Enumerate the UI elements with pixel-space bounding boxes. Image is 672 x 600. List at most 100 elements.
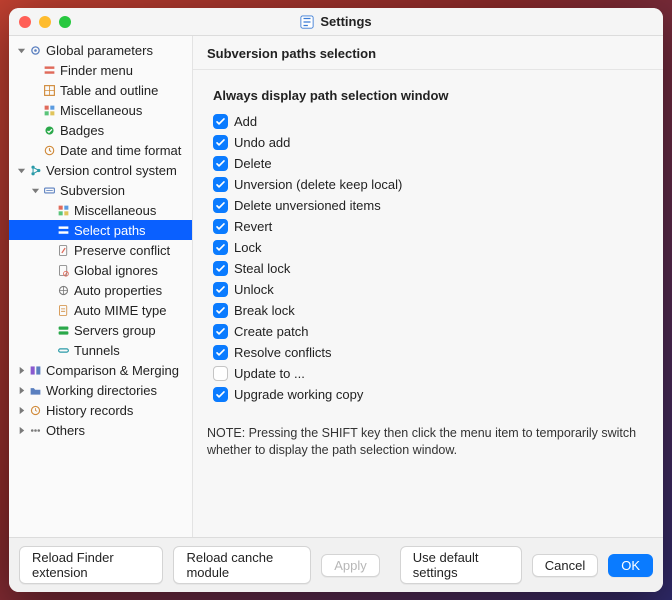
sidebar-item-subversion[interactable]: Subversion <box>9 180 192 200</box>
window-body: Global parametersFinder menuTable and ou… <box>9 36 663 537</box>
zoom-window-button[interactable] <box>59 16 71 28</box>
servers-icon <box>56 323 70 337</box>
checkbox-label: Unlock <box>234 282 274 297</box>
sidebar-item-select-paths[interactable]: Select paths <box>9 220 192 240</box>
sidebar-item-global-parameters[interactable]: Global parameters <box>9 40 192 60</box>
disclosure-triangle-icon[interactable] <box>29 184 41 196</box>
reload-cache-button[interactable]: Reload canche module <box>173 546 311 584</box>
checkbox-label: Update to ... <box>234 366 305 381</box>
sidebar-item-label: Auto MIME type <box>74 303 166 318</box>
checkbox[interactable] <box>213 324 228 339</box>
disclosure-triangle-icon[interactable] <box>15 424 27 436</box>
reload-finder-button[interactable]: Reload Finder extension <box>19 546 163 584</box>
sidebar-item-label: Servers group <box>74 323 156 338</box>
disclosure-triangle-icon[interactable] <box>15 384 27 396</box>
gear-icon <box>28 43 42 57</box>
sidebar-item-miscellaneous[interactable]: Miscellaneous <box>9 200 192 220</box>
checkbox-label: Resolve conflicts <box>234 345 332 360</box>
window-title-text: Settings <box>320 14 371 29</box>
sidebar-item-comparison-merging[interactable]: Comparison & Merging <box>9 360 192 380</box>
clock-icon <box>42 143 56 157</box>
checkbox[interactable] <box>213 114 228 129</box>
sidebar-item-label: Miscellaneous <box>60 103 142 118</box>
sidebar-item-miscellaneous[interactable]: Miscellaneous <box>9 100 192 120</box>
window-title: Settings <box>300 14 371 29</box>
badge-icon <box>42 123 56 137</box>
checkbox-row-revert: Revert <box>211 216 645 237</box>
checkbox[interactable] <box>213 198 228 213</box>
checkbox-label: Upgrade working copy <box>234 387 363 402</box>
close-window-button[interactable] <box>19 16 31 28</box>
checkbox[interactable] <box>213 387 228 402</box>
window-controls <box>19 16 71 28</box>
checkbox-label: Create patch <box>234 324 308 339</box>
checkbox[interactable] <box>213 366 228 381</box>
table-icon <box>42 83 56 97</box>
checkbox[interactable] <box>213 177 228 192</box>
sidebar-item-label: Version control system <box>46 163 177 178</box>
disclosure-spacer <box>43 324 55 336</box>
disclosure-spacer <box>43 224 55 236</box>
disclosure-triangle-icon[interactable] <box>15 364 27 376</box>
apply-button[interactable]: Apply <box>321 554 380 577</box>
disclosure-spacer <box>43 204 55 216</box>
sidebar-item-others[interactable]: Others <box>9 420 192 440</box>
sidebar-item-working-directories[interactable]: Working directories <box>9 380 192 400</box>
sidebar-item-badges[interactable]: Badges <box>9 120 192 140</box>
checkbox-label: Break lock <box>234 303 295 318</box>
disclosure-triangle-icon[interactable] <box>15 164 27 176</box>
checkbox-label: Delete unversioned items <box>234 198 381 213</box>
paths-icon <box>56 223 70 237</box>
checkbox-label: Unversion (delete keep local) <box>234 177 402 192</box>
sidebar-item-servers-group[interactable]: Servers group <box>9 320 192 340</box>
checkbox-row-break-lock: Break lock <box>211 300 645 321</box>
checkbox[interactable] <box>213 303 228 318</box>
sidebar-item-date-and-time-format[interactable]: Date and time format <box>9 140 192 160</box>
checkbox-row-delete: Delete <box>211 153 645 174</box>
sidebar-item-label: History records <box>46 403 133 418</box>
group-title: Always display path selection window <box>211 88 645 103</box>
note-text: NOTE: Pressing the SHIFT key then click … <box>193 421 663 463</box>
use-default-settings-button[interactable]: Use default settings <box>400 546 522 584</box>
checkbox[interactable] <box>213 282 228 297</box>
disclosure-spacer <box>43 264 55 276</box>
others-icon <box>28 423 42 437</box>
disclosure-spacer <box>29 124 41 136</box>
checkbox[interactable] <box>213 135 228 150</box>
checkbox-row-unlock: Unlock <box>211 279 645 300</box>
sidebar-item-global-ignores[interactable]: Global ignores <box>9 260 192 280</box>
sidebar-item-history-records[interactable]: History records <box>9 400 192 420</box>
ok-button[interactable]: OK <box>608 554 653 577</box>
sidebar-item-preserve-conflict[interactable]: Preserve conflict <box>9 240 192 260</box>
checkbox-row-undo-add: Undo add <box>211 132 645 153</box>
sidebar-item-auto-mime-type[interactable]: Auto MIME type <box>9 300 192 320</box>
checkbox-label: Delete <box>234 156 272 171</box>
disclosure-triangle-icon[interactable] <box>15 44 27 56</box>
grid-icon <box>42 103 56 117</box>
disclosure-triangle-icon[interactable] <box>15 404 27 416</box>
sidebar-item-version-control-system[interactable]: Version control system <box>9 160 192 180</box>
checkbox[interactable] <box>213 345 228 360</box>
grid-icon <box>56 203 70 217</box>
checkbox[interactable] <box>213 156 228 171</box>
sidebar-tree[interactable]: Global parametersFinder menuTable and ou… <box>9 36 193 537</box>
checkbox[interactable] <box>213 219 228 234</box>
minimize-window-button[interactable] <box>39 16 51 28</box>
history-icon <box>28 403 42 417</box>
sidebar-item-label: Auto properties <box>74 283 162 298</box>
sidebar-item-label: Date and time format <box>60 143 181 158</box>
checkbox[interactable] <box>213 240 228 255</box>
sidebar-item-table-and-outline[interactable]: Table and outline <box>9 80 192 100</box>
checkbox[interactable] <box>213 261 228 276</box>
sidebar-item-label: Comparison & Merging <box>46 363 179 378</box>
svn-icon <box>42 183 56 197</box>
vcs-icon <box>28 163 42 177</box>
cancel-button[interactable]: Cancel <box>532 554 598 577</box>
sidebar-item-tunnels[interactable]: Tunnels <box>9 340 192 360</box>
checkbox-label: Lock <box>234 240 261 255</box>
sidebar-item-label: Preserve conflict <box>74 243 170 258</box>
sidebar-item-label: Subversion <box>60 183 125 198</box>
sidebar-item-finder-menu[interactable]: Finder menu <box>9 60 192 80</box>
sidebar-item-auto-properties[interactable]: Auto properties <box>9 280 192 300</box>
settings-window: Settings Global parametersFinder menuTab… <box>9 8 663 592</box>
